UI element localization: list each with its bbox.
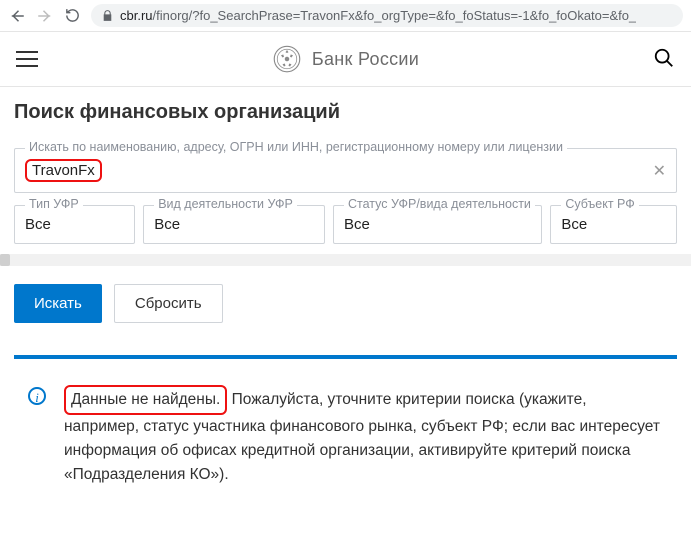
search-value-highlight: TravonFx xyxy=(25,159,102,182)
search-button[interactable]: Искать xyxy=(14,284,102,323)
search-icon xyxy=(653,47,675,69)
site-header: Банк России xyxy=(0,32,691,87)
not-found-text: Данные не найдены. xyxy=(64,385,227,415)
filter-type-label: Тип УФР xyxy=(25,197,83,211)
back-button[interactable] xyxy=(8,7,26,25)
arrow-left-icon xyxy=(8,7,26,25)
action-buttons: Искать Сбросить xyxy=(14,284,677,323)
browser-toolbar: cbr.ru/finorg/?fo_SearchPrase=TravonFx&f… xyxy=(0,0,691,32)
filter-type[interactable]: Тип УФР Все xyxy=(14,205,135,244)
reload-button[interactable] xyxy=(64,7,81,24)
brand: Банк России xyxy=(272,44,419,74)
filter-region-label: Субъект РФ xyxy=(561,197,638,211)
search-label: Искать по наименованию, адресу, ОГРН или… xyxy=(25,140,567,154)
filter-type-value: Все xyxy=(25,216,51,233)
filter-region[interactable]: Субъект РФ Все xyxy=(550,205,677,244)
forward-button[interactable] xyxy=(36,7,54,25)
cbr-logo-icon xyxy=(272,44,302,74)
reset-button[interactable]: Сбросить xyxy=(114,284,223,323)
search-value: TravonFx xyxy=(25,162,102,179)
hamburger-icon xyxy=(16,51,38,53)
filter-activity-value: Все xyxy=(154,216,180,233)
scroll-thumb[interactable] xyxy=(0,254,10,266)
filter-activity[interactable]: Вид деятельности УФР Все xyxy=(143,205,325,244)
filter-region-value: Все xyxy=(561,216,587,233)
info-icon: i xyxy=(28,387,46,405)
filter-status-value: Все xyxy=(344,216,370,233)
lock-icon xyxy=(101,9,114,22)
close-icon: ✕ xyxy=(653,163,666,180)
filters-row: Тип УФР Все Вид деятельности УФР Все Ста… xyxy=(14,205,677,244)
arrow-right-icon xyxy=(36,7,54,25)
brand-title: Банк России xyxy=(312,49,419,70)
page-title: Поиск финансовых организаций xyxy=(14,101,677,124)
filter-status[interactable]: Статус УФР/вида деятельности Все xyxy=(333,205,542,244)
search-field[interactable]: Искать по наименованию, адресу, ОГРН или… xyxy=(14,148,677,193)
site-search-button[interactable] xyxy=(653,47,675,72)
clear-search-button[interactable]: ✕ xyxy=(653,161,666,181)
filter-activity-label: Вид деятельности УФР xyxy=(154,197,297,211)
reload-icon xyxy=(64,7,81,24)
address-bar[interactable]: cbr.ru/finorg/?fo_SearchPrase=TravonFx&f… xyxy=(91,4,683,27)
menu-button[interactable] xyxy=(16,51,38,67)
page-content: Поиск финансовых организаций Искать по н… xyxy=(0,87,691,499)
no-results-alert: i Данные не найдены. Пожалуйста, уточнит… xyxy=(14,355,677,499)
filter-status-label: Статус УФР/вида деятельности xyxy=(344,197,535,211)
url-text: cbr.ru/finorg/?fo_SearchPrase=TravonFx&f… xyxy=(120,8,636,23)
horizontal-scrollbar[interactable] xyxy=(0,254,691,266)
